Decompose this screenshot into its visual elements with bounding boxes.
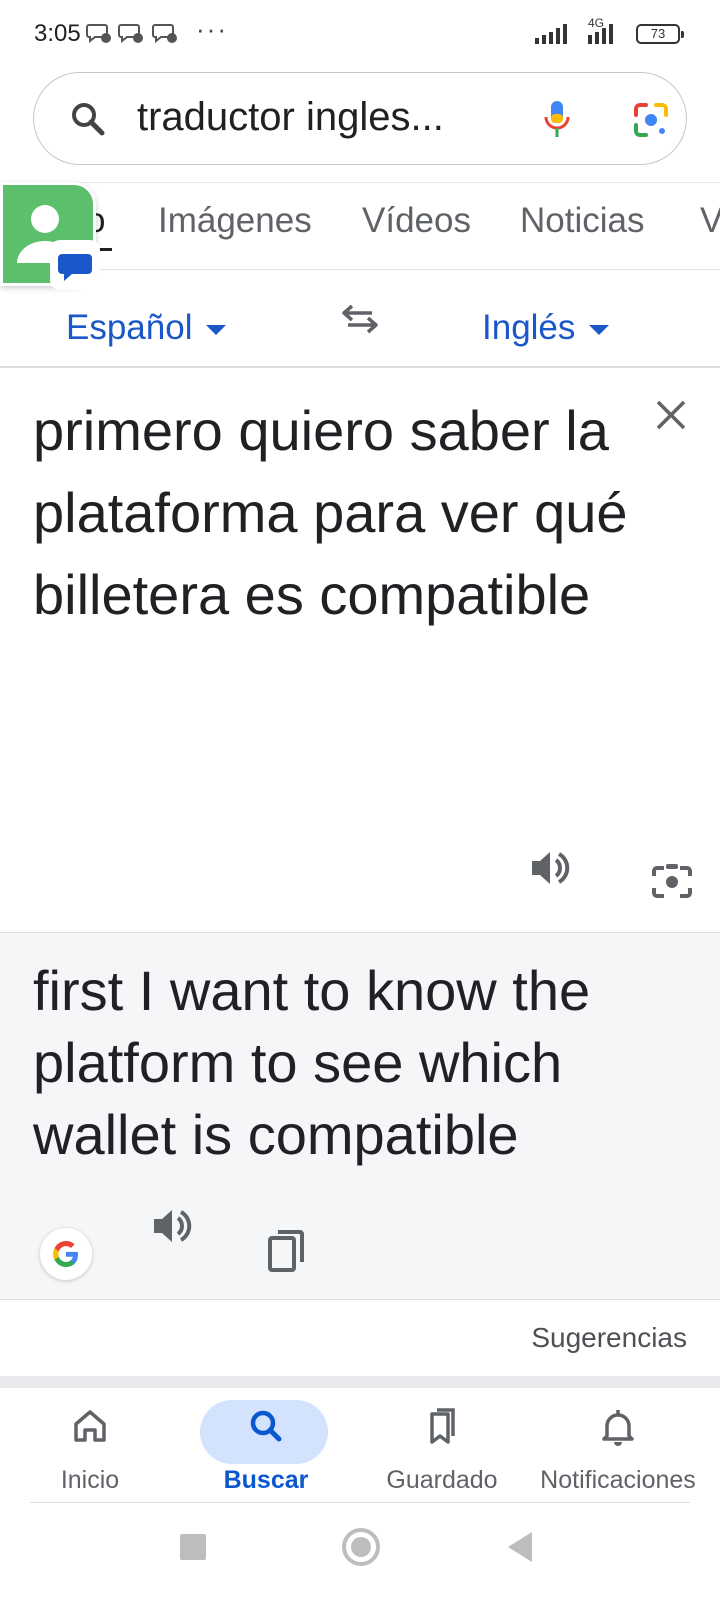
target-language-label: Inglés bbox=[482, 308, 576, 347]
source-language-label: Español bbox=[66, 308, 193, 347]
battery-level: 73 bbox=[650, 26, 666, 41]
more-notifications-icon: ··· bbox=[196, 14, 228, 44]
nav-home[interactable]: Inicio bbox=[0, 1388, 180, 1504]
google-logo-icon[interactable] bbox=[40, 1228, 92, 1280]
nav-search[interactable]: Buscar bbox=[176, 1388, 356, 1504]
source-text[interactable]: primero quiero saber la plataforma para … bbox=[33, 390, 633, 636]
back-icon[interactable] bbox=[508, 1532, 532, 1562]
battery-icon: 73 bbox=[636, 24, 684, 44]
language-selector: Español Inglés bbox=[0, 270, 720, 368]
bottom-navigation: Inicio Buscar Guardado Notificaciones bbox=[0, 1388, 720, 1504]
suggestions-link[interactable]: Sugerencias bbox=[531, 1322, 687, 1354]
dropdown-caret-icon bbox=[206, 324, 227, 335]
status-time: 3:05 bbox=[34, 20, 81, 47]
dropdown-caret-icon bbox=[589, 324, 610, 335]
signal-icon bbox=[535, 24, 567, 44]
speaker-icon[interactable] bbox=[150, 1204, 194, 1248]
tab-images[interactable]: Imágenes bbox=[158, 201, 312, 241]
tab-news[interactable]: Noticias bbox=[520, 201, 644, 241]
search-bar[interactable]: traductor ingles... bbox=[33, 72, 687, 165]
search-icon bbox=[250, 1410, 282, 1442]
bookmarks-icon bbox=[430, 1408, 455, 1444]
nav-divider bbox=[30, 1502, 690, 1503]
translation-text: first I want to know the platform to see… bbox=[33, 959, 591, 1166]
nav-saved[interactable]: Guardado bbox=[352, 1388, 532, 1504]
copy-icon[interactable] bbox=[266, 1228, 306, 1274]
source-text-area[interactable]: primero quiero saber la plataforma para … bbox=[0, 368, 720, 934]
source-language-dropdown[interactable]: Español bbox=[66, 308, 227, 348]
status-bar: 3:05 ··· 4G 73 bbox=[0, 0, 720, 68]
home-button-icon[interactable] bbox=[342, 1528, 380, 1566]
bell-icon bbox=[602, 1410, 634, 1446]
nav-search-label: Buscar bbox=[223, 1466, 309, 1494]
swap-languages-icon[interactable] bbox=[340, 302, 380, 336]
nav-saved-label: Guardado bbox=[386, 1466, 498, 1494]
nav-notifications[interactable]: Notificaciones bbox=[528, 1388, 708, 1504]
system-navigation-bar bbox=[0, 1504, 720, 1600]
chat-notification-icon bbox=[86, 22, 112, 49]
translation-result-area: first I want to know the platform to see… bbox=[0, 932, 720, 1300]
close-icon[interactable] bbox=[654, 398, 688, 432]
section-divider bbox=[0, 1376, 720, 1388]
search-query[interactable]: traductor ingles... bbox=[137, 95, 444, 140]
chat-notification-icon bbox=[152, 22, 178, 49]
signal-icon bbox=[588, 24, 613, 44]
nav-home-label: Inicio bbox=[60, 1466, 120, 1494]
search-icon[interactable] bbox=[70, 101, 106, 137]
search-tabs: o Imágenes Vídeos Noticias V bbox=[0, 182, 720, 270]
nav-notifications-label: Notificaciones bbox=[540, 1466, 696, 1494]
tab-more[interactable]: V bbox=[700, 201, 720, 241]
suggestions-row: Sugerencias bbox=[0, 1300, 720, 1376]
tab-videos[interactable]: Vídeos bbox=[362, 201, 471, 241]
chat-notification-icon bbox=[118, 22, 144, 49]
google-lens-icon[interactable] bbox=[632, 101, 670, 139]
home-icon bbox=[74, 1410, 106, 1442]
recent-apps-icon[interactable] bbox=[180, 1534, 206, 1560]
camera-translate-icon[interactable] bbox=[650, 862, 694, 902]
microphone-icon[interactable] bbox=[542, 99, 572, 141]
speaker-icon[interactable] bbox=[528, 846, 572, 890]
target-language-dropdown[interactable]: Inglés bbox=[482, 308, 610, 348]
